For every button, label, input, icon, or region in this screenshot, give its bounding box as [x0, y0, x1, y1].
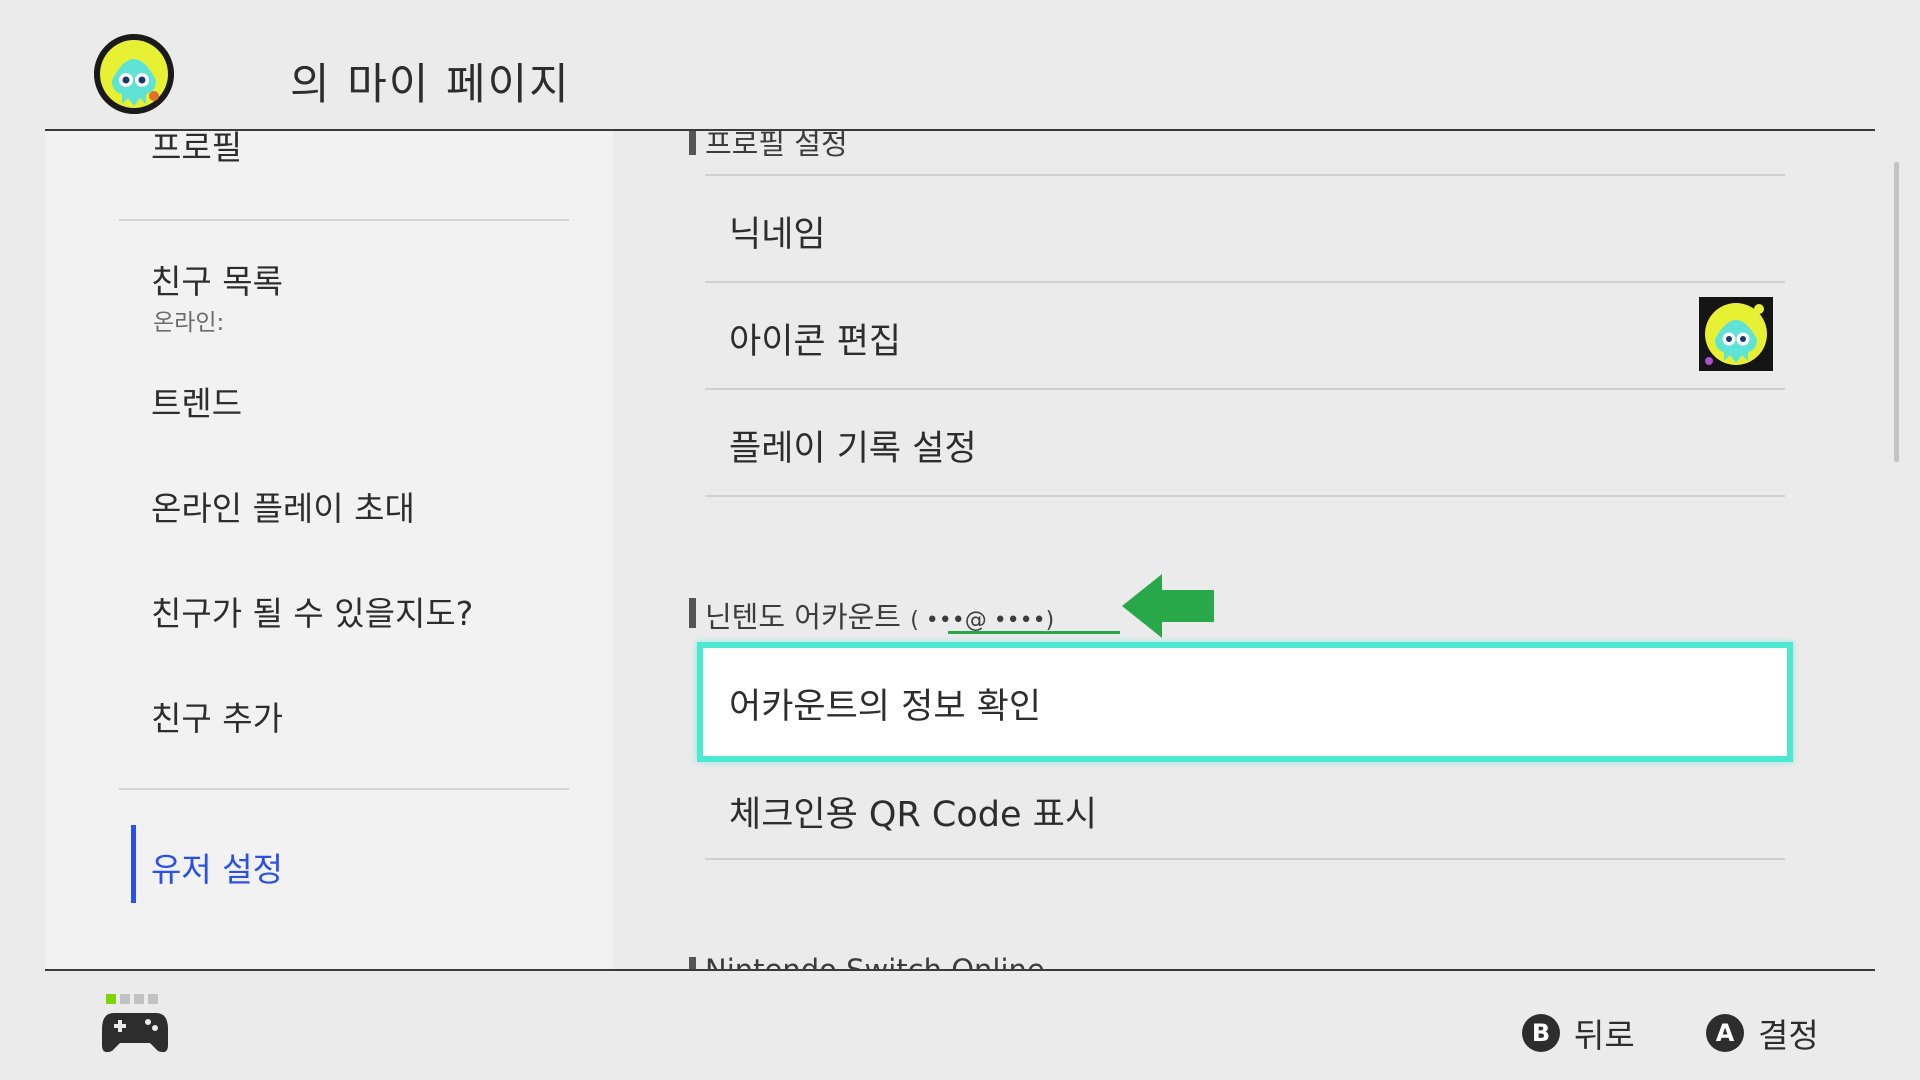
row-label: 어카운트의 정보 확인 — [729, 687, 1042, 727]
row-edit-icon[interactable]: 아이콘 편집 — [705, 283, 1785, 388]
b-button-icon: B — [1522, 1014, 1560, 1052]
sidebar: 프로필 친구 목록 온라인: 트렌드 온라인 플레이 초대 친구가 될 수 있을… — [45, 131, 613, 969]
account-email-masked: ( •••@ ••••) — [910, 608, 1055, 633]
row-divider — [705, 858, 1785, 860]
row-nickname[interactable]: 닉네임 — [705, 176, 1785, 281]
sidebar-item-user-settings[interactable]: 유저 설정 — [151, 843, 283, 891]
sidebar-item-profile[interactable]: 프로필 — [151, 131, 242, 169]
player-indicator — [106, 989, 162, 1008]
row-divider — [705, 495, 1785, 497]
row-account-info[interactable]: 어카운트의 정보 확인 — [697, 642, 1793, 762]
row-play-activity-settings[interactable]: 플레이 기록 설정 — [705, 390, 1785, 495]
row-checkin-qr-code[interactable]: 체크인용 QR Code 표시 — [705, 756, 1785, 861]
sidebar-divider — [119, 219, 569, 221]
section-title-nintendo-account: 닌텐도 어카운트 ( •••@ ••••) — [688, 594, 1055, 636]
email-highlight-underline — [948, 631, 1120, 634]
row-label: 아이콘 편집 — [729, 322, 902, 362]
section-title-profile-settings: 프로필 설정 — [689, 131, 848, 163]
green-arrow-annotation-icon — [1122, 574, 1214, 638]
sidebar-item-friend-list[interactable]: 친구 목록 — [151, 255, 283, 303]
sidebar-item-add-friend[interactable]: 친구 추가 — [151, 692, 283, 740]
section-title-text: 닌텐도 어카운트 — [705, 600, 901, 634]
footer: B 뒤로 A 결정 — [0, 971, 1920, 1080]
sidebar-active-indicator — [131, 825, 136, 903]
page-title: 의 마이 페이지 — [290, 60, 571, 110]
sidebar-item-suggested-friends[interactable]: 친구가 될 수 있을지도? — [151, 587, 473, 635]
row-label: 체크인용 QR Code 표시 — [729, 795, 1098, 835]
sidebar-item-online-play-invites[interactable]: 온라인 플레이 초대 — [151, 482, 415, 530]
header: 의 마이 페이지 — [0, 0, 1920, 130]
row-label: 닉네임 — [729, 215, 826, 255]
confirm-button[interactable]: A 결정 — [1706, 1009, 1819, 1057]
back-button[interactable]: B 뒤로 — [1522, 1009, 1635, 1057]
squid-avatar-icon — [1699, 297, 1773, 371]
confirm-button-label: 결정 — [1758, 1016, 1819, 1055]
row-label: 플레이 기록 설정 — [729, 429, 977, 469]
back-button-label: 뒤로 — [1574, 1016, 1635, 1055]
sidebar-item-friend-list-online: 온라인: — [153, 310, 225, 336]
sidebar-divider — [119, 788, 569, 790]
user-avatar[interactable] — [94, 34, 174, 114]
section-title-nintendo-switch-online: Nintendo Switch Online — [689, 953, 1045, 969]
main-content: 프로필 설정 닉네임 아이콘 편집 플레이 기록 설정 닌텐도 어카운트 ( •… — [613, 131, 1875, 969]
sidebar-item-trends[interactable]: 트렌드 — [151, 377, 242, 425]
squid-avatar-icon — [94, 34, 174, 114]
a-button-icon: A — [1706, 1014, 1744, 1052]
scrollbar[interactable] — [1894, 162, 1899, 462]
controller-icon — [102, 1013, 168, 1053]
